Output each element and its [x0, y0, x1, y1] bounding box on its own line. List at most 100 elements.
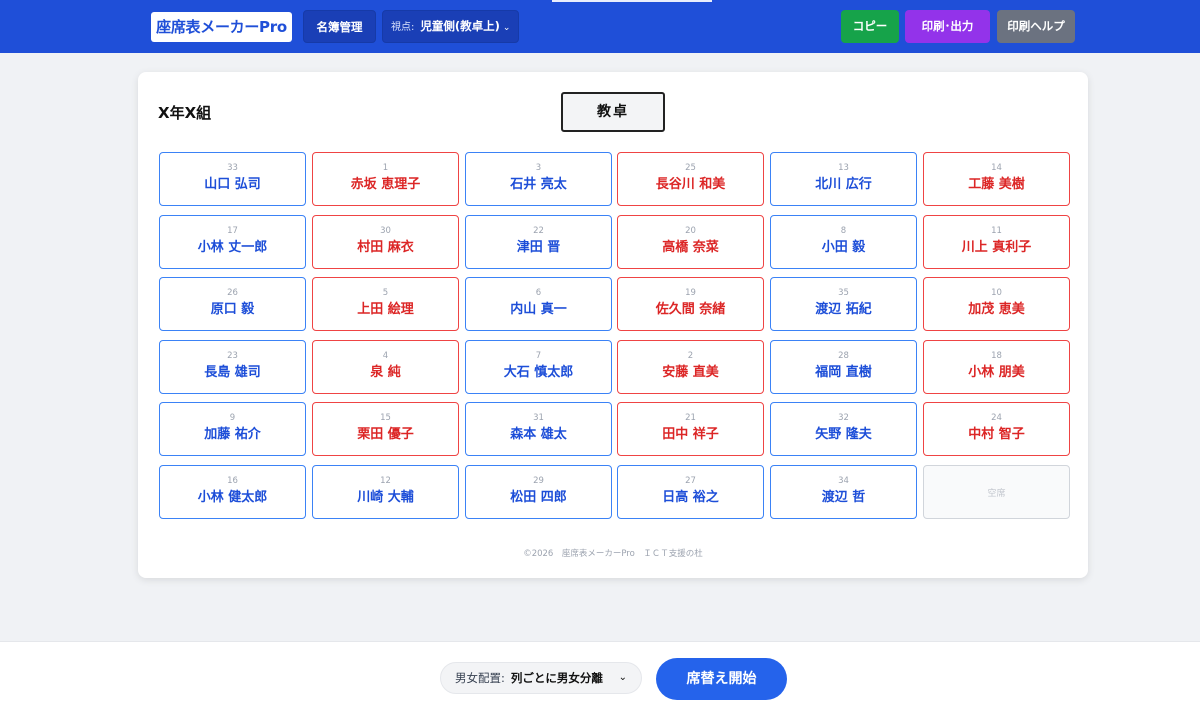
student-name: 村田 麻衣 — [357, 240, 414, 255]
seat-card[interactable]: 20 高橋 奈菜 — [617, 215, 764, 269]
student-name: 上田 絵理 — [357, 302, 414, 317]
seating-chart-card: X年X組 教卓 33 山口 弘司 1 赤坂 恵理子 3 石井 亮太 25 長谷川 和美 13 北川… — [138, 72, 1088, 578]
seat-card[interactable]: 12 川崎 大輔 — [312, 465, 459, 519]
seat-card[interactable]: 5 上田 絵理 — [312, 277, 459, 331]
seat-number: 32 — [838, 413, 849, 423]
seat-card[interactable]: 7 大石 慎太郎 — [465, 340, 612, 394]
seat-card[interactable]: 15 栗田 優子 — [312, 402, 459, 456]
start-shuffle-button[interactable]: 席替え開始 — [656, 658, 787, 700]
seat-card[interactable]: 11 川上 真利子 — [923, 215, 1070, 269]
seat-card[interactable]: 17 小林 丈一郎 — [159, 215, 306, 269]
seat-number: 4 — [382, 351, 389, 361]
seat-number: 3 — [535, 163, 542, 173]
seat-number: 8 — [840, 226, 847, 236]
seat-card[interactable]: 8 小田 毅 — [770, 215, 917, 269]
seat-card[interactable]: 28 福岡 直樹 — [770, 340, 917, 394]
seat-card[interactable]: 31 森本 雄太 — [465, 402, 612, 456]
seat-card[interactable]: 24 中村 智子 — [923, 402, 1070, 456]
print-help-button[interactable]: 印刷ヘルプ — [997, 10, 1075, 43]
seat-card[interactable]: 13 北川 広行 — [770, 152, 917, 206]
student-name: 津田 晋 — [516, 240, 561, 255]
copy-button[interactable]: コピー — [841, 10, 899, 43]
roster-management-button[interactable]: 名簿管理 — [303, 10, 376, 43]
seat-card[interactable]: 22 津田 晋 — [465, 215, 612, 269]
student-name: 日高 裕之 — [662, 490, 719, 505]
progress-indicator — [552, 0, 712, 2]
gender-arrangement-label: 男女配置: — [455, 671, 505, 685]
student-name: 大石 慎太郎 — [503, 365, 574, 380]
student-name: 泉 純 — [370, 365, 401, 380]
seat-card[interactable]: 16 小林 健太郎 — [159, 465, 306, 519]
app-header: 座席表メーカーPro 名簿管理 視点: 児童側(教卓上) ⌄ コピー 印刷･出力 印… — [0, 0, 1200, 53]
seat-card[interactable]: 2 安藤 直美 — [617, 340, 764, 394]
student-name: 矢野 隆夫 — [815, 427, 872, 442]
student-name: 栗田 優子 — [357, 427, 414, 442]
seat-card[interactable]: 27 日高 裕之 — [617, 465, 764, 519]
seat-card[interactable]: 29 松田 四郎 — [465, 465, 612, 519]
seat-number: 25 — [685, 163, 696, 173]
class-name[interactable]: X年X組 — [158, 102, 211, 123]
student-name: 石井 亮太 — [510, 177, 567, 192]
seat-number: 1 — [382, 163, 389, 173]
seat-grid: 33 山口 弘司 1 赤坂 恵理子 3 石井 亮太 25 長谷川 和美 13 北川 広行 14 工藤 … — [159, 152, 1070, 520]
seat-card[interactable]: 33 山口 弘司 — [159, 152, 306, 206]
seat-number: 19 — [685, 288, 696, 298]
seat-card[interactable]: 4 泉 純 — [312, 340, 459, 394]
seat-number: 6 — [535, 288, 542, 298]
seat-number: 13 — [838, 163, 849, 173]
student-name: 加藤 祐介 — [204, 427, 261, 442]
seat-card[interactable]: 30 村田 麻衣 — [312, 215, 459, 269]
seat-number: 10 — [991, 288, 1002, 298]
empty-seat[interactable]: 空席 — [923, 465, 1070, 519]
student-name: 小林 朋美 — [968, 365, 1025, 380]
print-output-button[interactable]: 印刷･出力 — [905, 10, 990, 43]
seat-number: 30 — [380, 226, 391, 236]
seat-number: 28 — [838, 351, 849, 361]
student-name: 安藤 直美 — [662, 365, 719, 380]
seat-number: 34 — [838, 476, 849, 486]
app-logo[interactable]: 座席表メーカーPro — [151, 12, 292, 42]
student-name: 松田 四郎 — [510, 490, 567, 505]
seat-card[interactable]: 32 矢野 隆夫 — [770, 402, 917, 456]
view-label: 視点: — [391, 22, 415, 33]
student-name: 空席 — [987, 489, 1006, 499]
seat-card[interactable]: 26 原口 毅 — [159, 277, 306, 331]
seat-number: 23 — [227, 351, 238, 361]
student-name: 渡辺 拓紀 — [815, 302, 872, 317]
seat-card[interactable]: 23 長島 雄司 — [159, 340, 306, 394]
seat-card[interactable]: 1 赤坂 恵理子 — [312, 152, 459, 206]
footer-credit: ©2026 座席表メーカーPro ＩＣＴ支援の杜 — [523, 549, 703, 559]
seat-card[interactable]: 10 加茂 恵美 — [923, 277, 1070, 331]
student-name: 中村 智子 — [968, 427, 1025, 442]
student-name: 長島 雄司 — [204, 365, 261, 380]
gender-arrangement-select[interactable]: 男女配置: 列ごとに男女分離 ⌄ — [440, 662, 642, 694]
seat-card[interactable]: 9 加藤 祐介 — [159, 402, 306, 456]
seat-card[interactable]: 34 渡辺 哲 — [770, 465, 917, 519]
seat-card[interactable]: 3 石井 亮太 — [465, 152, 612, 206]
student-name: 川崎 大輔 — [357, 490, 414, 505]
gender-arrangement-value: 列ごとに男女分離 — [510, 671, 603, 685]
seat-card[interactable]: 6 内山 真一 — [465, 277, 612, 331]
chevron-down-icon: ⌄ — [618, 672, 627, 683]
student-name: 加茂 恵美 — [968, 302, 1025, 317]
seat-card[interactable]: 21 田中 祥子 — [617, 402, 764, 456]
seat-number: 27 — [685, 476, 696, 486]
student-name: 福岡 直樹 — [815, 365, 872, 380]
student-name: 田中 祥子 — [662, 427, 719, 442]
view-perspective-select[interactable]: 視点: 児童側(教卓上) ⌄ — [382, 10, 519, 43]
student-name: 赤坂 恵理子 — [350, 177, 421, 192]
student-name: 原口 毅 — [210, 302, 255, 317]
seat-number: 2 — [687, 351, 694, 361]
student-name: 北川 広行 — [815, 177, 872, 192]
seat-card[interactable]: 25 長谷川 和美 — [617, 152, 764, 206]
seat-number: 12 — [380, 476, 391, 486]
seat-number: 20 — [685, 226, 696, 236]
seat-card[interactable]: 18 小林 朋美 — [923, 340, 1070, 394]
student-name: 工藤 美樹 — [968, 177, 1025, 192]
student-name: 山口 弘司 — [204, 177, 261, 192]
seat-card[interactable]: 14 工藤 美樹 — [923, 152, 1070, 206]
chevron-down-icon: ⌄ — [502, 23, 511, 33]
seat-card[interactable]: 35 渡辺 拓紀 — [770, 277, 917, 331]
student-name: 川上 真利子 — [961, 240, 1032, 255]
seat-card[interactable]: 19 佐久間 奈緒 — [617, 277, 764, 331]
